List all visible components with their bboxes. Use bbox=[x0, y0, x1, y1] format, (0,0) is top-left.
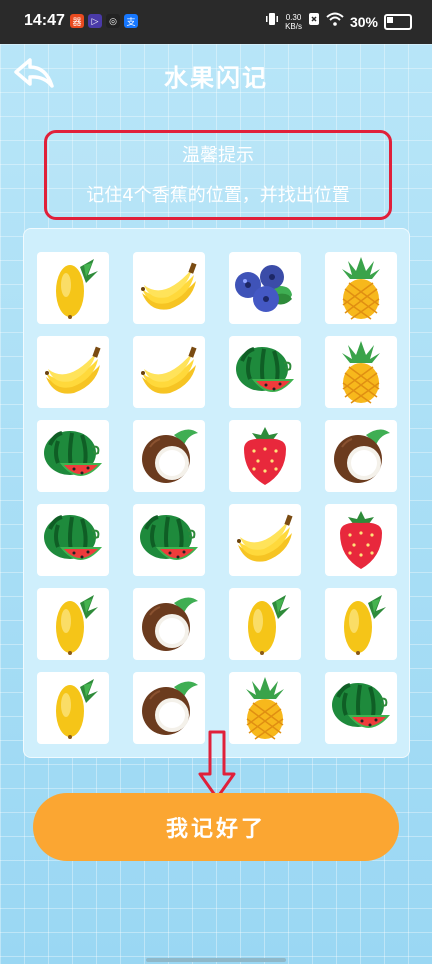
fruit-card[interactable] bbox=[133, 504, 205, 576]
status-right: 0.30 KB/s 30% bbox=[265, 12, 412, 31]
fruit-card[interactable] bbox=[133, 588, 205, 660]
watermelon-icon bbox=[236, 347, 294, 392]
fruit-card[interactable] bbox=[133, 420, 205, 492]
fruit-card[interactable] bbox=[229, 420, 301, 492]
watermelon-icon bbox=[332, 683, 390, 728]
fruit-card[interactable] bbox=[37, 252, 109, 324]
watermelon-icon bbox=[44, 431, 102, 476]
page-title: 水果闪记 bbox=[164, 64, 268, 92]
mango-icon bbox=[56, 595, 98, 655]
battery-percent: 30% bbox=[349, 13, 378, 30]
notification-app-icon: ◎ bbox=[106, 14, 120, 28]
fruit-card[interactable] bbox=[229, 336, 301, 408]
strawberry-icon bbox=[340, 511, 382, 569]
fruit-card[interactable] bbox=[229, 252, 301, 324]
tip-title: 温馨提示 bbox=[182, 145, 254, 166]
fruit-board bbox=[23, 228, 410, 758]
status-time: 14:47 bbox=[24, 12, 65, 29]
fruit-card[interactable] bbox=[37, 420, 109, 492]
fruit-card[interactable] bbox=[37, 588, 109, 660]
strawberry-icon bbox=[244, 427, 286, 485]
pineapple-icon bbox=[246, 677, 284, 740]
header: 水果闪记 bbox=[0, 44, 432, 102]
banana-icon bbox=[45, 346, 101, 394]
status-bar: 14:47 器 ▷ ◎ 支 0.30 KB/s 30% bbox=[0, 0, 432, 44]
pineapple-icon bbox=[342, 341, 380, 404]
net-speed-unit: KB/s bbox=[285, 21, 302, 31]
tip-text: 记住4个香蕉的位置，并找出位置 bbox=[86, 185, 350, 206]
banana-icon bbox=[141, 262, 197, 310]
mango-icon bbox=[56, 259, 98, 319]
fruit-card[interactable] bbox=[229, 588, 301, 660]
banana-icon bbox=[237, 514, 293, 562]
fruit-card[interactable] bbox=[325, 672, 397, 744]
watermelon-icon bbox=[44, 515, 102, 560]
sim-x-icon bbox=[308, 12, 320, 31]
down-arrow-icon bbox=[198, 730, 236, 800]
coconut-icon bbox=[334, 429, 390, 483]
pineapple-icon bbox=[342, 257, 380, 320]
watermelon-icon bbox=[140, 515, 198, 560]
home-indicator bbox=[146, 958, 286, 962]
network-speed: 0.30 KB/s bbox=[285, 13, 302, 31]
fruit-card[interactable] bbox=[229, 672, 301, 744]
fruit-card[interactable] bbox=[325, 504, 397, 576]
fruit-card[interactable] bbox=[133, 252, 205, 324]
fruit-card[interactable] bbox=[325, 588, 397, 660]
mango-icon bbox=[344, 595, 386, 655]
fruit-card[interactable] bbox=[325, 420, 397, 492]
coconut-icon bbox=[142, 429, 198, 483]
notification-app-icon: ▷ bbox=[88, 14, 102, 28]
banana-icon bbox=[141, 346, 197, 394]
battery-icon bbox=[384, 13, 412, 30]
fruit-card[interactable] bbox=[229, 504, 301, 576]
wifi-icon bbox=[326, 12, 344, 31]
vibrate-icon bbox=[265, 12, 279, 31]
notification-app-icon: 支 bbox=[124, 14, 138, 28]
net-speed-value: 0.30 bbox=[285, 12, 302, 22]
fruit-card[interactable] bbox=[325, 336, 397, 408]
coconut-icon bbox=[142, 681, 198, 735]
fruit-card[interactable] bbox=[37, 504, 109, 576]
mango-icon bbox=[248, 595, 290, 655]
fruit-card[interactable] bbox=[325, 252, 397, 324]
notification-app-icon: 器 bbox=[70, 14, 84, 28]
blueberry-icon bbox=[235, 265, 292, 312]
tip-box: 温馨提示 记住4个香蕉的位置，并找出位置 bbox=[44, 130, 392, 220]
fruit-card[interactable] bbox=[37, 336, 109, 408]
notification-icons: 器 ▷ ◎ 支 bbox=[70, 14, 138, 28]
coconut-icon bbox=[142, 597, 198, 651]
fruit-card[interactable] bbox=[37, 672, 109, 744]
confirm-button[interactable]: 我记好了 bbox=[33, 793, 399, 861]
fruit-card[interactable] bbox=[133, 336, 205, 408]
fruit-card[interactable] bbox=[133, 672, 205, 744]
mango-icon bbox=[56, 679, 98, 739]
